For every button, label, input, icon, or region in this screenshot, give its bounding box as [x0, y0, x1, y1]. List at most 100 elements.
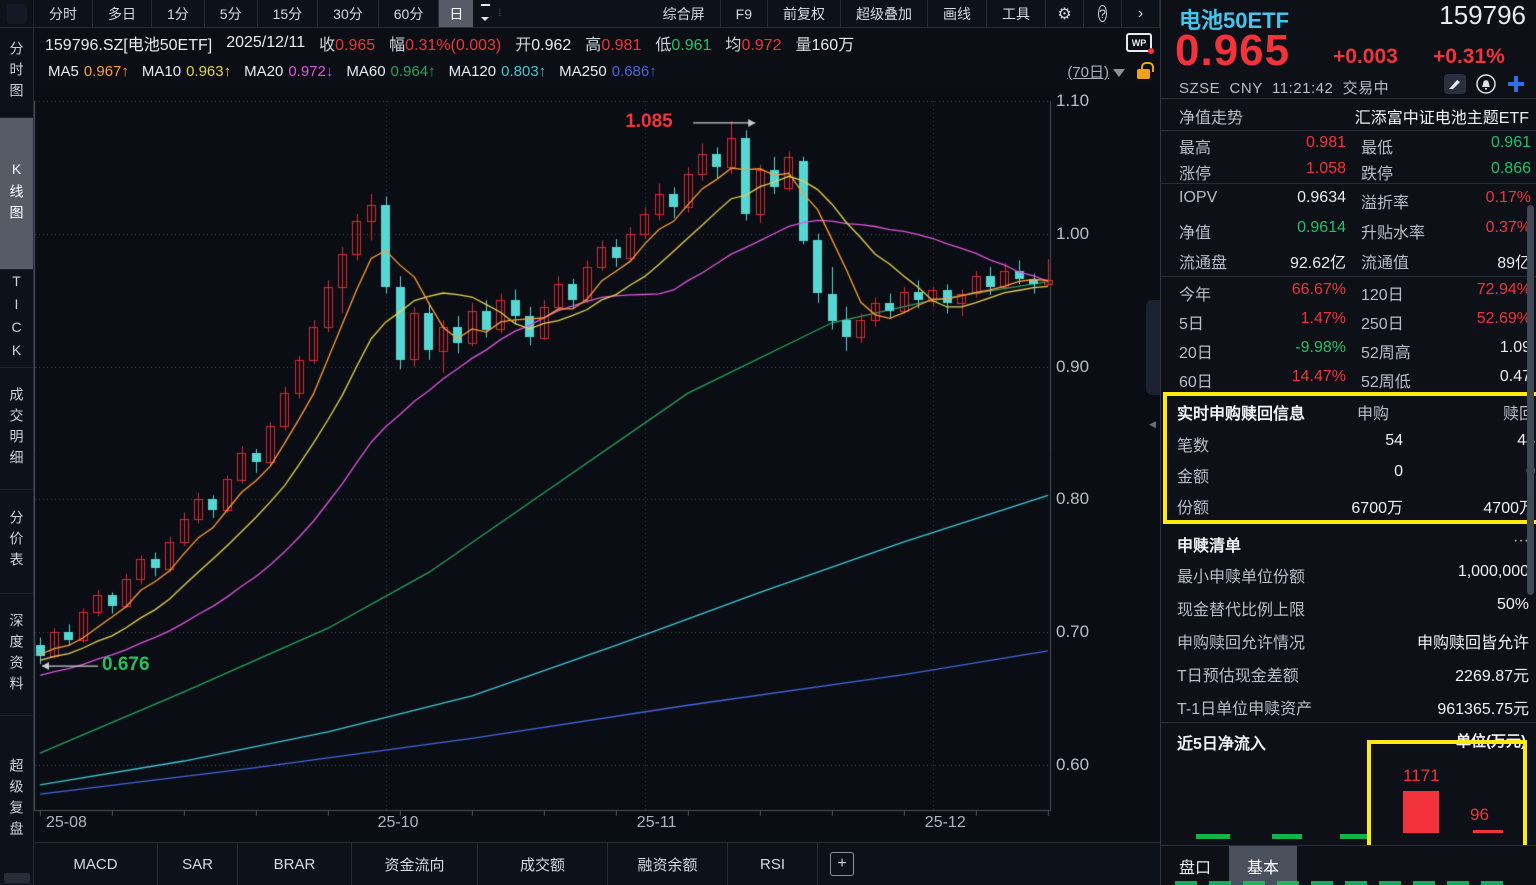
toolbar-button-60分[interactable]: 60分	[379, 0, 440, 27]
gear-icon[interactable]: ⚙	[1046, 0, 1084, 27]
toolbar-button-1分[interactable]: 1分	[152, 0, 205, 27]
chevron-down-icon	[1113, 69, 1125, 77]
performance-row-5日: 5日1.47%250日52.69%	[1161, 310, 1536, 338]
panel-scrollbar[interactable]	[1527, 205, 1534, 595]
toolbar-button-F9[interactable]: F9	[721, 0, 768, 27]
price-change: +0.003	[1333, 45, 1398, 69]
ma-field-MA5: MA50.967↑	[48, 63, 129, 80]
kline-chart-canvas[interactable]	[34, 86, 1160, 845]
add-watchlist-icon[interactable]	[1506, 74, 1526, 94]
stat-label: 流通盘	[1179, 249, 1227, 273]
panel-tab-盘口[interactable]: 盘口	[1161, 846, 1229, 885]
stat-value: 0.17%	[1429, 189, 1531, 207]
quote-field-开: 开0.962	[515, 37, 571, 54]
stock-info-bar: 159796.SZ[电池50ETF] 2025/12/11 收0.965幅0.3…	[35, 28, 1160, 57]
exchange: SZSE	[1179, 80, 1220, 97]
etf-code: 159796	[1439, 0, 1526, 31]
stat-label: 最高	[1179, 134, 1211, 158]
toolbar-button-日[interactable]: 日	[439, 0, 473, 27]
subscribe-title: 实时申购赎回信息	[1177, 400, 1305, 424]
ma-period-label[interactable]: (70日)	[1067, 61, 1109, 82]
flow-highlight-box	[1367, 740, 1527, 852]
indicator-tab-SAR[interactable]: SAR	[158, 843, 238, 885]
wp-monitor-icon[interactable]: WP	[1126, 33, 1152, 52]
ma-field-MA120: MA1200.803↑	[449, 63, 547, 80]
flow-bar-3	[1340, 834, 1370, 839]
edit-pencil-icon[interactable]	[1444, 74, 1466, 94]
list-value: 961365.75元	[1437, 695, 1529, 719]
ma-field-MA10: MA100.963↑	[142, 63, 231, 80]
sidebar-item-深度资料[interactable]: 深度资料	[0, 594, 33, 716]
toolbar-button-前复权[interactable]: 前复权	[768, 0, 841, 27]
collapse-arrow-icon[interactable]: ◀	[1149, 419, 1156, 430]
stat-label: 净值	[1179, 219, 1211, 243]
ma-period-control[interactable]: (70日)	[1067, 61, 1125, 82]
stat-value: 72.94%	[1429, 281, 1531, 299]
toolbar-button-5分[interactable]: 5分	[205, 0, 258, 27]
corner-button[interactable]	[0, 0, 34, 27]
list-label: 申购赎回允许情况	[1177, 629, 1305, 653]
nav-value: 汇添富中证电池主题ETF	[1355, 104, 1529, 128]
more-arrow-icon[interactable]: ›	[1122, 0, 1160, 27]
indicator-tab-RSI[interactable]: RSI	[728, 843, 818, 885]
indicator-tab-资金流向[interactable]: 资金流向	[352, 843, 478, 885]
nav-row: 净值走势汇添富中证电池主题ETF	[1161, 104, 1536, 132]
sidebar-item-成交明细[interactable]: 成交明细	[0, 368, 33, 490]
market-status: 交易中	[1343, 80, 1390, 97]
sub-value-redeem: 4700万	[1411, 494, 1535, 518]
subscribe-col2: 赎回	[1411, 400, 1535, 424]
alert-bell-icon[interactable]	[1475, 74, 1497, 94]
toolbar-button-综合屏[interactable]: 综合屏	[648, 0, 721, 27]
toolbar-button-分时[interactable]: 分时	[34, 0, 93, 27]
list-value: 申购赎回皆允许	[1417, 629, 1529, 653]
help-icon[interactable]: ?	[1084, 0, 1122, 27]
unlock-icon[interactable]	[1137, 69, 1150, 79]
panel-collapse-handle[interactable]	[1146, 300, 1160, 395]
valuation-row-IOPV: IOPV0.9634溢折率0.17%	[1161, 189, 1536, 217]
list-value: 50%	[1497, 596, 1529, 614]
stat-value: 14.47%	[1251, 368, 1346, 386]
x-axis-label-25-12: 25-12	[925, 814, 966, 832]
list-label: 现金替代比例上限	[1177, 596, 1305, 620]
sidebar-item-分价表[interactable]: 分价表	[0, 490, 33, 594]
toolbar-button-工具[interactable]: 工具	[987, 0, 1046, 27]
period-dropdown-icon[interactable]	[473, 0, 498, 27]
stat-label: 跌停	[1361, 160, 1393, 184]
sub-label: 笔数	[1177, 432, 1209, 456]
quote-field-幅: 幅0.31%(0.003)	[389, 37, 501, 54]
quote-panel: 电池50ETF 159796 0.965 +0.003 +0.31% SZSE …	[1160, 0, 1536, 885]
indicator-tab-MACD[interactable]: MACD	[34, 843, 158, 885]
sidebar-bottom-handle[interactable]	[4, 873, 30, 883]
toolbar-button-超级叠加[interactable]: 超级叠加	[841, 0, 928, 27]
stat-label: 5日	[1179, 310, 1204, 334]
sidebar-item-分时图[interactable]: 分时图	[0, 28, 33, 118]
sidebar-item-超级复盘[interactable]: 超级复盘	[0, 716, 33, 884]
indicator-tab-成交额[interactable]: 成交额	[478, 843, 608, 885]
flow-bar-2	[1272, 834, 1302, 839]
sidebar-item-K线图[interactable]: K线图	[0, 118, 33, 270]
stat-label: 今年	[1179, 281, 1211, 305]
last-price: 0.965	[1175, 26, 1290, 76]
stat-value: 0.37%	[1429, 219, 1531, 237]
indicator-tabs: MACDSARBRAR资金流向成交额融资余额RSI +	[34, 842, 1160, 885]
toolbar-button-画线[interactable]: 画线	[928, 0, 987, 27]
stat-value: 0.866	[1429, 160, 1531, 178]
list-label: T-1日单位申赎资产	[1177, 695, 1312, 719]
stat-value: 0.981	[1251, 134, 1346, 152]
toolbar-button-30分[interactable]: 30分	[318, 0, 379, 27]
quote-field-量: 量160万	[795, 37, 854, 54]
quote-field-均: 均0.972	[725, 37, 781, 54]
stat-label: 涨停	[1179, 160, 1211, 184]
sidebar-item-TICK[interactable]: TICK	[0, 270, 33, 368]
indicator-tab-BRAR[interactable]: BRAR	[238, 843, 352, 885]
list-title: 申赎清单	[1177, 532, 1241, 556]
stat-label: 120日	[1361, 281, 1404, 305]
add-indicator-button[interactable]: +	[830, 852, 854, 876]
toolbar-button-多日[interactable]: 多日	[93, 0, 152, 27]
stat-value: 92.62亿	[1251, 249, 1346, 273]
x-axis-label-25-11: 25-11	[637, 814, 677, 832]
toolbar-button-15分[interactable]: 15分	[258, 0, 319, 27]
panel-tab-基本[interactable]: 基本	[1229, 846, 1297, 885]
indicator-tab-融资余额[interactable]: 融资余额	[608, 843, 728, 885]
stat-label: 250日	[1361, 310, 1404, 334]
